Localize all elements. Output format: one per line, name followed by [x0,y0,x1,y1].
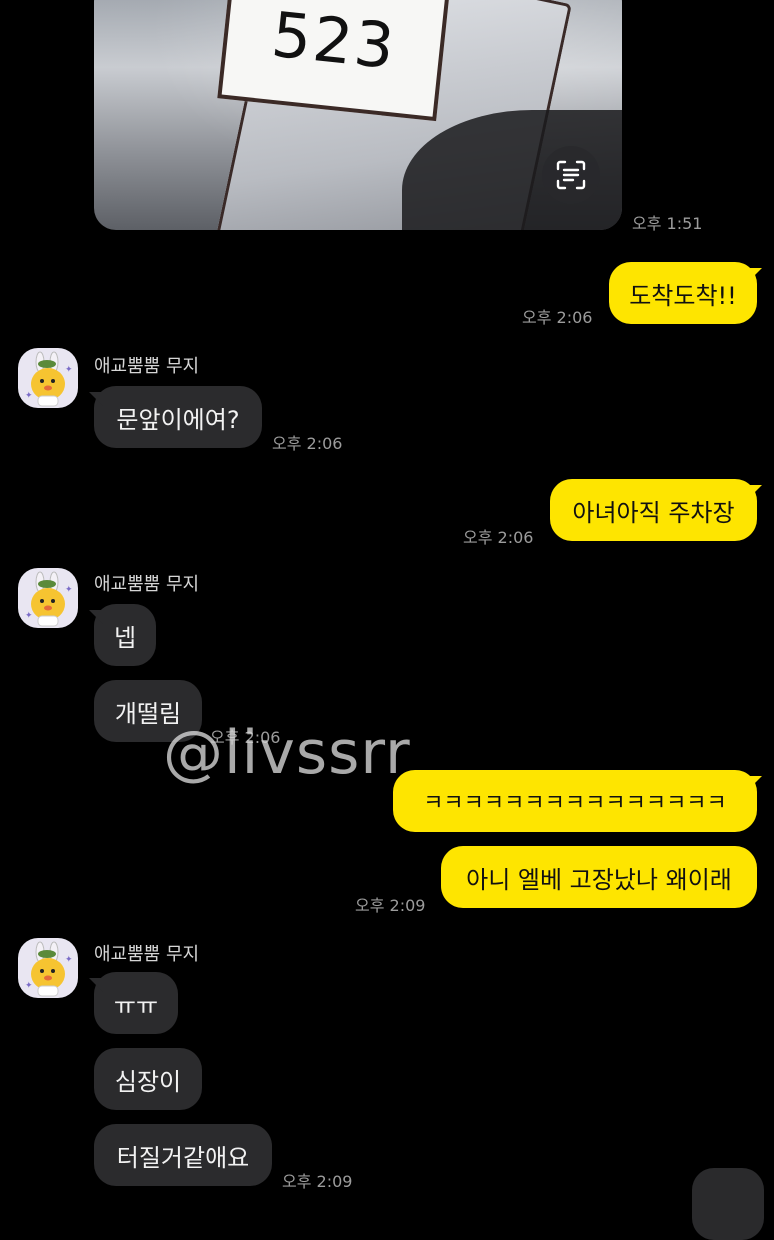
sender-name: 애교뿜뿜 무지 [94,356,200,377]
message-text: 아니 엘베 고장났나 왜이래 [466,865,732,894]
message-text: 심장이 [114,1067,182,1096]
svg-text:✦: ✦ [25,611,33,621]
sender-name: 애교뿜뿜 무지 [94,944,200,965]
svg-text:✦: ✦ [65,955,73,965]
photo-message[interactable]: 523 [94,0,622,230]
message-time: 오후 2:06 [522,308,593,327]
avatar[interactable]: ✦ ✦ [18,568,78,628]
message-text: ㅋㅋㅋㅋㅋㅋㅋㅋㅋㅋㅋㅋㅋㅋㅋ [423,791,727,816]
room-number-text: 523 [268,0,400,83]
message-text: 아녀아직 주차장 [572,498,735,527]
my-message-bubble[interactable]: 도착도착!! [609,262,757,324]
my-message-bubble[interactable]: ㅋㅋㅋㅋㅋㅋㅋㅋㅋㅋㅋㅋㅋㅋㅋ [393,770,757,832]
my-message-bubble[interactable]: 아니 엘베 고장났나 왜이래 [441,846,757,908]
message-time: 오후 2:06 [272,434,343,453]
my-message-bubble[interactable]: 아녀아직 주차장 [550,479,757,541]
avatar[interactable]: ✦ ✦ [18,938,78,998]
their-message-bubble[interactable]: 문앞이에여? [94,386,262,448]
photo-time: 오후 1:51 [632,214,703,233]
watermark: @livssrr [163,718,411,788]
message-time: 오후 2:06 [463,528,534,547]
muzi-avatar-icon: ✦ ✦ [25,351,73,407]
sender-name: 애교뿜뿜 무지 [94,574,200,595]
text-scan-button[interactable] [542,146,600,204]
svg-text:✦: ✦ [65,365,73,375]
their-message-bubble[interactable]: 넵 [94,604,156,666]
message-text: ㅠㅠ [113,991,159,1020]
avatar[interactable]: ✦ ✦ [18,348,78,408]
message-text: 터질거같애요 [116,1143,250,1172]
text-scan-icon [556,160,586,190]
message-text: 도착도착!! [629,281,737,310]
their-message-bubble[interactable]: 심장이 [94,1048,202,1110]
muzi-avatar-icon: ✦ ✦ [25,571,73,627]
message-text: 넵 [113,623,137,652]
their-message-bubble[interactable]: 터질거같애요 [94,1124,272,1186]
message-time: 오후 2:09 [282,1172,353,1191]
message-time: 오후 2:09 [355,896,426,915]
muzi-avatar-icon: ✦ ✦ [25,941,73,997]
svg-text:✦: ✦ [25,391,33,401]
partial-avatar [692,1168,764,1240]
svg-text:✦: ✦ [25,981,33,991]
their-message-bubble[interactable]: ㅠㅠ [94,972,178,1034]
message-text: 문앞이에여? [116,405,240,434]
svg-text:✦: ✦ [65,585,73,595]
